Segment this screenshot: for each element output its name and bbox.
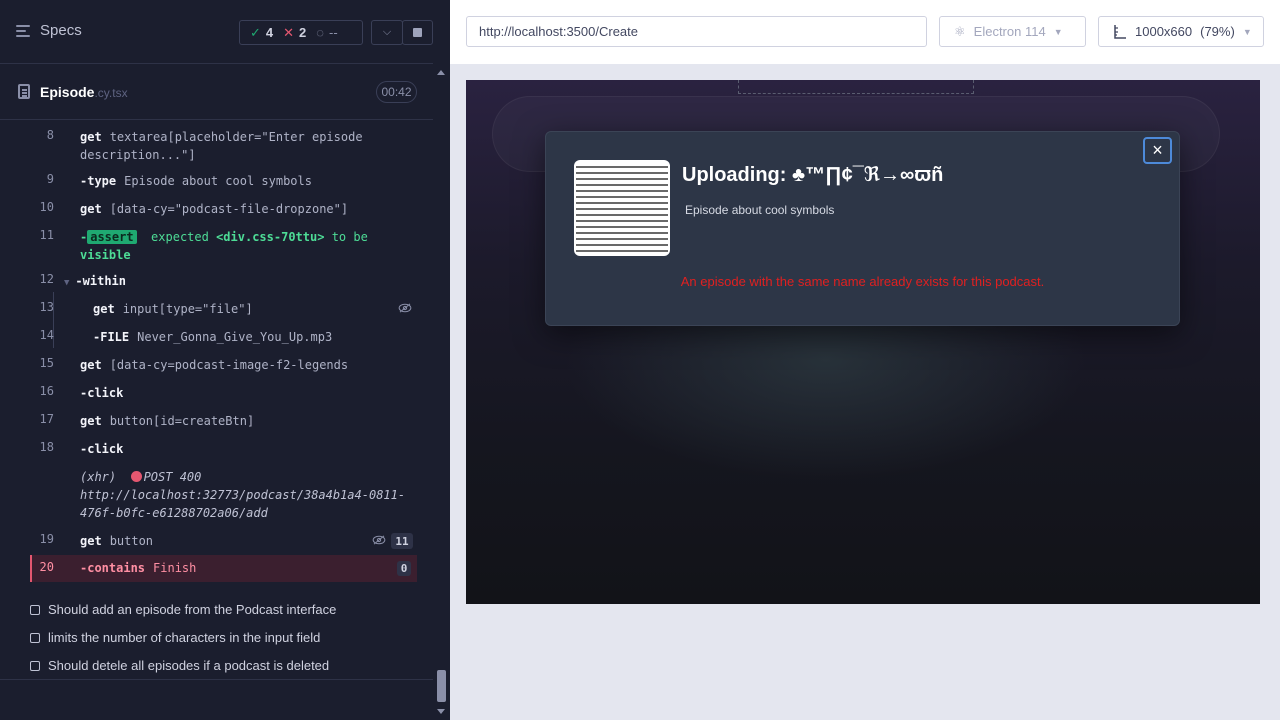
command-log: 8 get textarea[placeholder="Enter episode… — [0, 120, 433, 590]
failed-stat: ✕ 2 — [273, 25, 306, 41]
command-row[interactable]: 17 get button[id=createBtn] — [30, 412, 417, 430]
specs-toggle-button[interactable]: Specs — [16, 22, 82, 39]
eye-slash-icon — [398, 303, 412, 313]
pending-stat: ◌ -- — [306, 25, 337, 40]
command-row[interactable]: 19 get button 11 — [30, 532, 417, 550]
xhr-url: http://localhost:32773/podcast/38a4b1a4-… — [80, 488, 406, 502]
stop-button[interactable] — [402, 20, 433, 45]
close-button[interactable]: × — [1143, 137, 1172, 164]
spec-extension: .cy.tsx — [94, 86, 128, 100]
reporter-panel: Specs ✓ 4 ✕ 2 ◌ -- ⌵ Episode.cy.tsx 00:4… — [0, 0, 450, 720]
x-icon: ✕ — [283, 24, 295, 40]
assert-row[interactable]: 11 - assert expected <div.css-70ttu> to b… — [30, 228, 417, 264]
xhr-row[interactable]: (xhr) POST 400 http://localhost:32773/po… — [30, 468, 417, 524]
modal-title: Uploading: ♣™∏¢¯ℜ→∞ϖñ — [682, 164, 944, 186]
xhr-method: POST 400 — [143, 470, 202, 484]
test-stats: ✓ 4 ✕ 2 ◌ -- — [239, 20, 363, 45]
check-icon: ✓ — [250, 24, 261, 40]
specs-label: Specs — [40, 22, 82, 39]
chevron-down-icon: ▼ — [64, 278, 70, 288]
eye-slash-icon — [372, 535, 386, 545]
browser-selector[interactable]: ⚛ Electron 114 ▼ — [939, 16, 1086, 47]
element-count-badge: 11 — [391, 533, 413, 549]
command-row[interactable]: 10 get [data-cy="podcast-file-dropzone"] — [30, 200, 417, 218]
chevron-down-icon: ▼ — [1242, 26, 1252, 37]
viewport-zoom: (79%) — [1200, 24, 1235, 39]
command-row[interactable]: 18 -click — [30, 440, 417, 458]
close-icon: × — [1152, 140, 1163, 160]
aut-header: http://localhost:3500/Create ⚛ Electron … — [450, 0, 1280, 64]
modal-description: Episode about cool symbols — [685, 203, 835, 217]
divider — [0, 679, 433, 680]
assert-badge: assert — [87, 230, 137, 244]
passed-stat: ✓ 4 — [240, 25, 273, 41]
test-status-icon — [30, 660, 40, 671]
scroll-down-icon[interactable] — [437, 709, 445, 714]
xhr-label: (xhr) — [80, 470, 117, 484]
ruler-icon — [1114, 24, 1126, 39]
menu-icon — [16, 24, 30, 37]
command-row[interactable]: 13 get input[type="file"] — [30, 300, 417, 318]
pending-count: -- — [329, 25, 338, 40]
test-item[interactable]: Should add an episode from the Podcast i… — [30, 602, 336, 617]
upload-modal: Uploading: ♣™∏¢¯ℜ→∞ϖñ Episode about cool… — [545, 131, 1180, 326]
xhr-url-cont: 476f-b0fc-e61288702a06/add — [80, 506, 268, 520]
test-status-icon — [30, 604, 40, 615]
reporter-scrollbar[interactable] — [433, 64, 450, 720]
browser-label: Electron 114 — [973, 24, 1046, 39]
stop-icon — [413, 28, 422, 37]
spec-title: Episode.cy.tsx — [40, 84, 128, 100]
spec-name: Episode — [40, 84, 95, 100]
command-row[interactable]: 14 -FILE Never_Gonna_Give_You_Up.mp3 — [30, 328, 417, 346]
passed-count: 4 — [265, 25, 274, 40]
selector-highlight — [738, 80, 974, 94]
spec-duration: 00:42 — [376, 81, 417, 103]
test-item[interactable]: Should detele all episodes if a podcast … — [30, 658, 329, 673]
scrollbar-thumb[interactable] — [437, 670, 446, 702]
test-status-icon — [30, 632, 40, 643]
chevron-down-icon: ▼ — [1053, 26, 1063, 37]
failed-command-row[interactable]: 20 -contains Finish 0 — [30, 555, 417, 582]
dropdown-button[interactable]: ⌵ — [371, 20, 403, 45]
spinner-icon: ◌ — [316, 25, 325, 40]
test-item[interactable]: limits the number of characters in the i… — [30, 630, 320, 645]
element-count-badge: 0 — [397, 561, 411, 576]
error-message: An episode with the same name already ex… — [680, 274, 1045, 289]
url-field[interactable]: http://localhost:3500/Create — [466, 16, 927, 47]
electron-icon: ⚛ — [954, 23, 966, 39]
viewport-selector[interactable]: 1000x660 (79%) ▼ — [1098, 16, 1264, 47]
command-row[interactable]: 8 get textarea[placeholder="Enter episode… — [30, 128, 417, 164]
command-row[interactable]: 9 -type Episode about cool symbols — [30, 172, 417, 190]
status-dot-icon — [130, 471, 142, 482]
reporter-header: Specs ✓ 4 ✕ 2 ◌ -- ⌵ — [0, 0, 433, 64]
chevron-down-icon: ⌵ — [382, 26, 392, 38]
scroll-up-icon[interactable] — [437, 70, 445, 75]
within-row[interactable]: 12 ▼ -within — [30, 272, 417, 290]
podcast-cover-image — [574, 160, 670, 256]
document-icon — [18, 84, 30, 99]
command-row[interactable]: 16 -click — [30, 384, 417, 402]
failed-count: 2 — [299, 25, 307, 40]
viewport-size: 1000x660 — [1135, 24, 1193, 39]
command-row[interactable]: 15 get [data-cy=podcast-image-f2-legends — [30, 356, 417, 374]
